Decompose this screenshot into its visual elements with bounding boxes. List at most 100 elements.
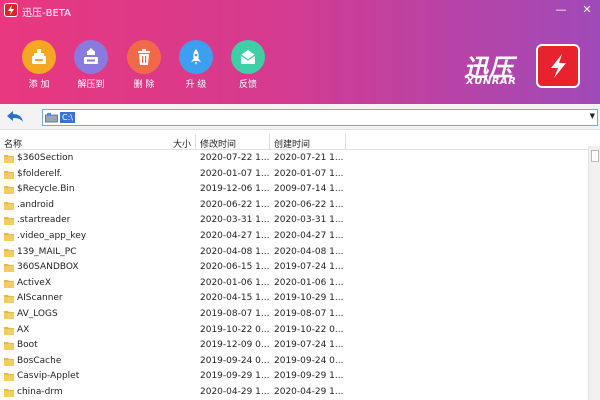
file-row[interactable]: $folderelf. 2020-01-07 1... 2020-01-07 1..… — [0, 167, 588, 183]
file-row[interactable]: Casvip-Applet 2019-09-29 1... 2019-09-29 1… — [0, 369, 588, 385]
file-created: 2020-01-07 1... — [274, 168, 344, 179]
file-name: Boot — [17, 340, 38, 351]
file-row[interactable]: ActiveX 2020-01-06 1... 2020-01-06 1... — [0, 276, 588, 292]
file-created: 2019-09-29 1... — [274, 371, 344, 382]
app-logo-icon — [4, 3, 18, 17]
file-created: 2019-07-24 1... — [274, 340, 344, 351]
folder-icon — [4, 186, 14, 195]
file-modified: 2020-06-15 1... — [200, 262, 270, 273]
column-name[interactable]: 名称 — [4, 137, 22, 150]
minimize-button[interactable]: — — [552, 2, 570, 18]
folder-icon — [4, 373, 14, 382]
file-row[interactable]: $Recycle.Bin 2019-12-06 1... 2009-07-14 1.… — [0, 182, 588, 198]
path-combobox[interactable]: C:\ ▼ — [42, 109, 598, 126]
file-modified: 2020-04-15 1... — [200, 293, 270, 304]
column-size[interactable]: 大小 — [173, 137, 191, 150]
file-created: 2020-03-31 1... — [274, 215, 344, 226]
file-name: .android — [17, 199, 55, 210]
file-row[interactable]: .startreader 2020-03-31 1... 2020-03-31 1.… — [0, 213, 588, 229]
extract-icon — [74, 40, 108, 74]
column-separator[interactable] — [195, 134, 196, 150]
file-row[interactable]: 360SANDBOX 2020-06-15 1... 2019-07-24 1... — [0, 260, 588, 276]
rocket-icon — [179, 40, 213, 74]
folder-icon — [4, 248, 14, 257]
file-name: .startreader — [17, 215, 71, 226]
file-row[interactable]: 139_MAIL_PC 2020-04-08 1... 2020-04-08 1..… — [0, 245, 588, 261]
file-modified: 2019-09-24 0... — [200, 355, 270, 366]
upgrade-button-label: 升 级 — [185, 80, 207, 90]
file-created: 2019-10-22 0... — [274, 324, 344, 335]
folder-icon — [4, 232, 14, 241]
file-row[interactable]: AX 2019-10-22 0... 2019-10-22 0... — [0, 323, 588, 339]
dropdown-arrow-icon[interactable]: ▼ — [590, 112, 595, 120]
file-modified: 2020-07-22 1... — [200, 153, 270, 163]
file-modified: 2020-04-08 1... — [200, 246, 270, 257]
file-name: 139_MAIL_PC — [17, 246, 77, 257]
file-name: AX — [17, 324, 30, 335]
file-name: ActiveX — [17, 277, 52, 288]
mail-icon — [231, 40, 265, 74]
file-name: 360SANDBOX — [17, 262, 79, 273]
upgrade-button[interactable]: 升 级 — [176, 40, 216, 90]
file-row[interactable]: AV_LOGS 2019-08-07 1... 2019-08-07 1... — [0, 307, 588, 323]
feedback-button-label: 反馈 — [238, 80, 257, 90]
file-modified: 2020-06-22 1... — [200, 199, 270, 210]
brand-logo: 迅压 XUNRAR — [462, 44, 594, 92]
file-modified: 2020-03-31 1... — [200, 215, 270, 226]
file-name: AIScanner — [17, 293, 63, 304]
feedback-button[interactable]: 反馈 — [228, 40, 268, 90]
file-created: 2020-04-29 1... — [274, 386, 344, 397]
file-modified: 2019-12-06 1... — [200, 184, 270, 195]
folder-icon — [4, 170, 14, 179]
file-name: BosCache — [17, 355, 62, 366]
scrollbar-thumb[interactable] — [591, 150, 599, 162]
folder-icon — [4, 326, 14, 335]
file-row[interactable]: .video_app_key 2020-04-27 1... 2020-04-27 … — [0, 229, 588, 245]
column-modified[interactable]: 修改时间 — [200, 137, 236, 150]
file-row[interactable]: AIScanner 2020-04-15 1... 2019-10-29 1... — [0, 291, 588, 307]
delete-button-label: 删 除 — [133, 80, 155, 90]
file-modified: 2019-10-22 0... — [200, 324, 270, 335]
file-row[interactable]: .android 2020-06-22 1... 2020-06-22 1... — [0, 198, 588, 214]
title-bar: 迅压-BETA — ✕ — [0, 0, 600, 20]
file-modified: 2020-01-07 1... — [200, 168, 270, 179]
folder-icon — [4, 342, 14, 351]
folder-icon — [4, 357, 14, 366]
delete-button[interactable]: 删 除 — [124, 40, 164, 90]
column-separator[interactable] — [345, 134, 346, 150]
file-name: Casvip-Applet — [17, 371, 80, 382]
column-created[interactable]: 创建时间 — [274, 137, 310, 150]
file-name: $360Section — [17, 153, 74, 163]
file-modified: 2020-04-29 1... — [200, 386, 270, 397]
file-row[interactable]: Boot 2019-12-09 0... 2019-07-24 1... — [0, 338, 588, 354]
file-row[interactable]: BosCache 2019-09-24 0... 2019-09-24 0... — [0, 354, 588, 370]
file-name: china-drm — [17, 386, 63, 397]
vertical-scrollbar[interactable] — [588, 146, 600, 400]
add-button[interactable]: 添 加 — [19, 40, 59, 90]
extract-button-label: 解压到 — [77, 80, 105, 90]
add-archive-icon — [22, 40, 56, 74]
file-row[interactable]: $360Section 2020-07-22 1... 2020-07-21 1..… — [0, 151, 588, 167]
file-name: $folderelf. — [17, 168, 63, 179]
file-modified: 2019-12-09 0... — [200, 340, 270, 351]
folder-icon — [4, 217, 14, 226]
folder-icon — [4, 201, 14, 210]
file-name: AV_LOGS — [17, 308, 58, 319]
column-separator[interactable] — [269, 134, 270, 150]
file-created: 2019-10-29 1... — [274, 293, 344, 304]
back-button[interactable] — [4, 108, 26, 126]
app-header: 迅压-BETA — ✕ 添 加 解压到 删 除 升 级 反馈 迅压 XUNRAR — [0, 0, 600, 104]
file-row[interactable]: china-drm 2020-04-29 1... 2020-04-29 1... — [0, 385, 588, 400]
file-name: .video_app_key — [17, 230, 87, 241]
current-path: C:\ — [60, 112, 75, 123]
file-created: 2020-04-08 1... — [274, 246, 344, 257]
add-button-label: 添 加 — [28, 80, 50, 90]
extract-button[interactable]: 解压到 — [71, 40, 111, 90]
address-bar: C:\ ▼ — [0, 104, 600, 130]
close-button[interactable]: ✕ — [578, 2, 596, 18]
file-created: 2009-07-14 1... — [274, 184, 344, 195]
file-modified: 2020-01-06 1... — [200, 277, 270, 288]
file-list: $360Section 2020-07-22 1... 2020-07-21 1..… — [0, 151, 588, 400]
file-modified: 2019-08-07 1... — [200, 308, 270, 319]
file-created: 2020-06-22 1... — [274, 199, 344, 210]
